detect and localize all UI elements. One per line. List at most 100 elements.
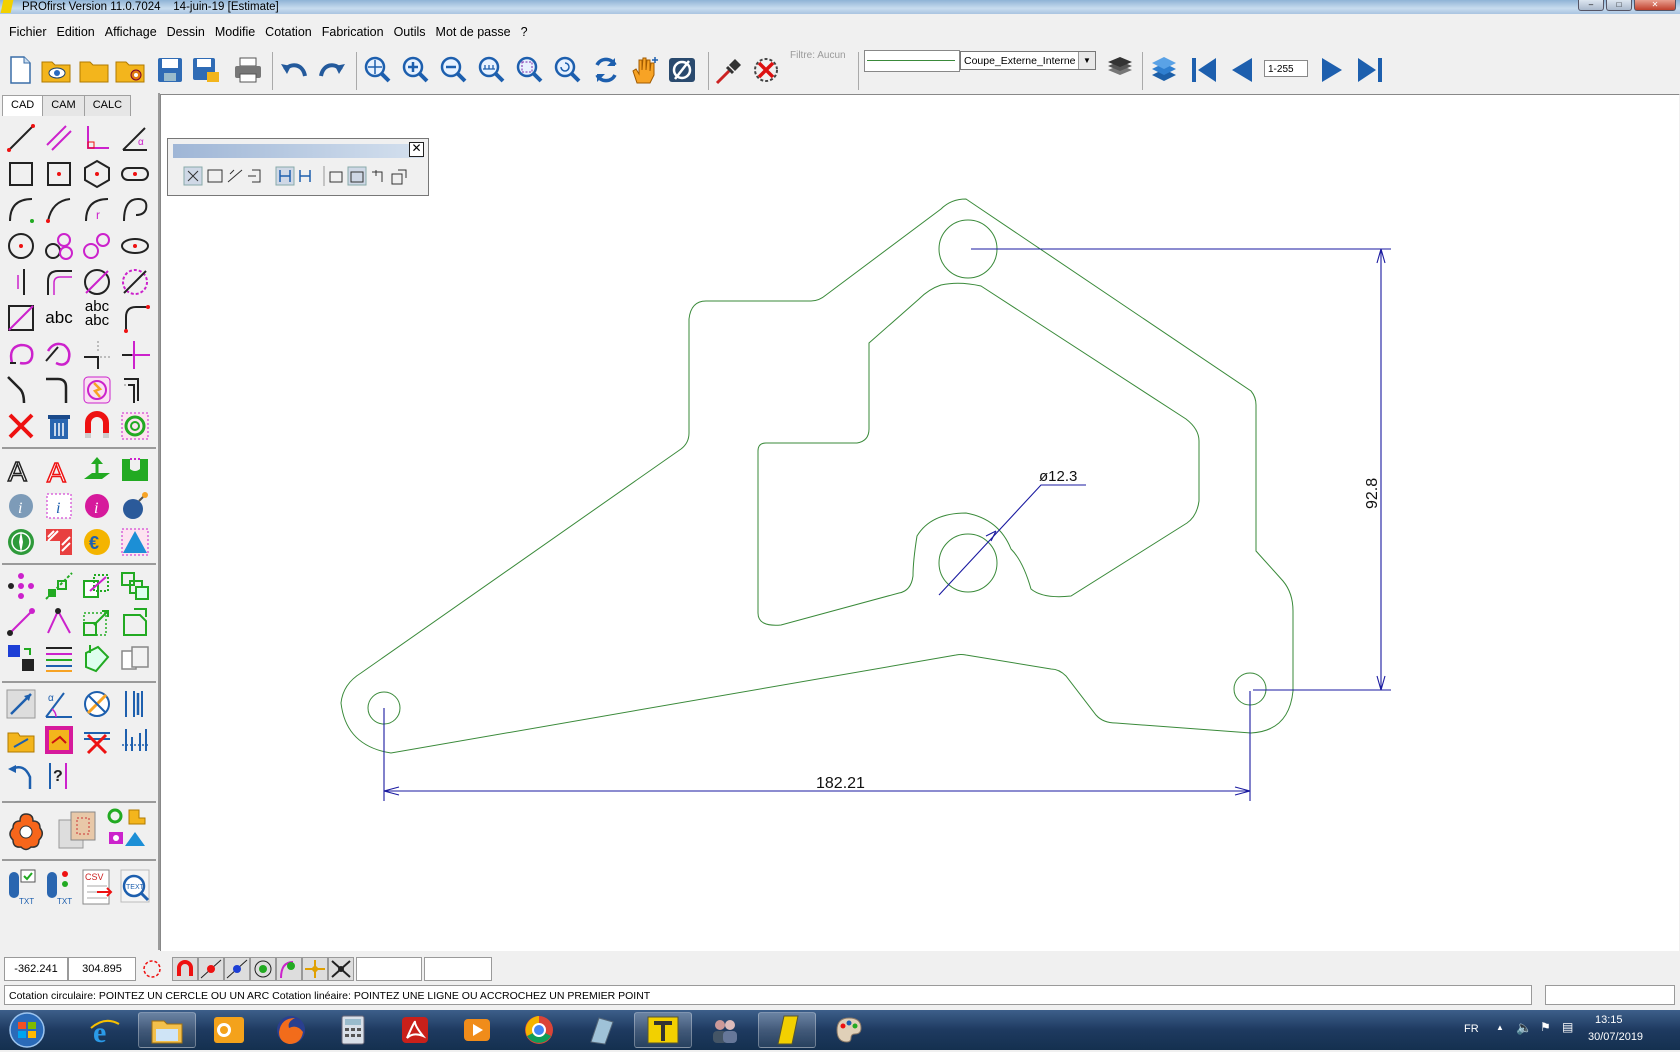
vertical-line-icon[interactable] xyxy=(4,265,38,299)
menu-fichier[interactable]: Fichier xyxy=(4,22,52,42)
array-copy-icon[interactable] xyxy=(118,569,152,603)
dimension-toolbar-window[interactable]: ✕ xyxy=(167,138,429,196)
dimension-angle-icon[interactable]: α xyxy=(42,687,76,721)
menu-cotation[interactable]: Cotation xyxy=(260,22,317,42)
text-tool[interactable]: abc xyxy=(42,301,76,335)
line-tool-icon[interactable] xyxy=(4,121,38,155)
profile-shape-icon[interactable] xyxy=(118,453,152,487)
parallel-line-icon[interactable] xyxy=(42,121,76,155)
text-multiline-tool[interactable]: abc abc xyxy=(80,297,114,331)
undo-icon[interactable] xyxy=(278,54,310,86)
triangle-shape-icon[interactable] xyxy=(118,525,152,559)
clock-date[interactable]: 30/07/2019 xyxy=(1588,1031,1643,1043)
menu-fabrication[interactable]: Fabrication xyxy=(317,22,389,42)
taskbar-firefox-icon[interactable] xyxy=(262,1012,320,1048)
menu-modifie[interactable]: Modifie xyxy=(210,22,260,42)
text-search-icon[interactable]: TEXT xyxy=(118,867,152,907)
drawing-canvas[interactable]: ø12.3 92.8 182.21 xyxy=(160,94,1679,951)
filter-cancel-icon[interactable] xyxy=(750,54,782,86)
taskbar-ie-icon[interactable]: e xyxy=(76,1012,134,1048)
close-button[interactable]: ✕ xyxy=(1634,0,1676,11)
hatch-corner-icon[interactable] xyxy=(42,525,76,559)
block-icon[interactable] xyxy=(118,641,152,675)
folder-settings-icon[interactable] xyxy=(114,54,146,86)
previous-page-icon[interactable] xyxy=(1226,54,1258,86)
tangent-circles-icon[interactable] xyxy=(42,229,76,263)
nesting-flower-icon[interactable] xyxy=(4,809,48,853)
arc-radius-icon[interactable]: r xyxy=(80,193,114,227)
taskbar-acrobat-icon[interactable] xyxy=(386,1012,444,1048)
info-box-icon[interactable]: i xyxy=(42,489,76,523)
angle-line-icon[interactable]: α xyxy=(118,121,152,155)
taskbar-profirst-alt-icon[interactable] xyxy=(634,1012,692,1048)
dropdown-arrow-icon[interactable]: ▼ xyxy=(1078,52,1095,69)
dim-horizontal-label[interactable]: 182.21 xyxy=(816,775,865,792)
stretch-icon[interactable] xyxy=(80,641,114,675)
taskbar-explorer-icon[interactable] xyxy=(138,1012,196,1048)
export-csv-icon[interactable]: CSV xyxy=(80,867,114,907)
circle-two-tangent-icon[interactable] xyxy=(80,229,114,263)
dimension-chain-icon[interactable] xyxy=(118,723,152,757)
menu-dessin[interactable]: Dessin xyxy=(162,22,210,42)
loop-arc-reverse-icon[interactable] xyxy=(42,337,76,371)
info-grey-icon[interactable]: i xyxy=(4,489,38,523)
taskbar-media-player-icon[interactable] xyxy=(448,1012,506,1048)
zoom-all-icon[interactable] xyxy=(362,54,394,86)
loop-arc-icon[interactable] xyxy=(4,337,38,371)
last-page-icon[interactable] xyxy=(1354,54,1386,86)
zoom-scale-icon[interactable] xyxy=(476,54,508,86)
tray-expand-icon[interactable]: ▲ xyxy=(1496,1023,1504,1032)
delete-dimension-icon[interactable] xyxy=(80,723,114,757)
dimension-lines[interactable] xyxy=(383,248,1391,801)
circle-diameter-dashed-icon[interactable] xyxy=(118,265,152,299)
bomb-icon[interactable] xyxy=(118,489,152,523)
start-button[interactable] xyxy=(4,1011,50,1049)
text-outline-icon[interactable]: A xyxy=(4,453,38,487)
corner-fillet-icon[interactable] xyxy=(118,301,152,335)
fillet-tool-icon[interactable] xyxy=(42,265,76,299)
rectangle-tool-icon[interactable] xyxy=(4,157,38,191)
menu-edition[interactable]: Edition xyxy=(52,22,100,42)
zoom-out-icon[interactable] xyxy=(438,54,470,86)
taskbar-profirst-icon[interactable] xyxy=(758,1012,816,1048)
tangent-arc-icon[interactable] xyxy=(118,193,152,227)
redo-icon[interactable] xyxy=(316,54,348,86)
move-point-icon[interactable] xyxy=(4,605,38,639)
shapes-library-icon[interactable] xyxy=(104,805,148,853)
dimension-frame-icon[interactable] xyxy=(42,723,76,757)
layer-select[interactable]: Coupe_Externe_Interne ▼ xyxy=(960,51,1096,70)
drawing-svg[interactable]: ø12.3 92.8 182.21 xyxy=(161,95,1679,951)
refresh-icon[interactable] xyxy=(590,54,622,86)
open-view-icon[interactable] xyxy=(40,54,72,86)
zoom-previous-icon[interactable] xyxy=(552,54,584,86)
tab-calc[interactable]: CALC xyxy=(83,95,132,116)
import-txt-icon[interactable]: TXT xyxy=(42,867,76,907)
snap-center-icon[interactable] xyxy=(250,957,276,981)
chamfer-tool-icon[interactable] xyxy=(4,301,38,335)
tab-cad[interactable]: CAD xyxy=(2,95,44,116)
circle-tool-icon[interactable] xyxy=(4,229,38,263)
scale-icon[interactable] xyxy=(80,605,114,639)
trim-corner-icon[interactable] xyxy=(80,337,114,371)
taskbar-calculator-icon[interactable] xyxy=(324,1012,382,1048)
line-types-icon[interactable] xyxy=(42,641,76,675)
perpendicular-line-icon[interactable] xyxy=(80,121,114,155)
taskbar-users-icon[interactable] xyxy=(696,1012,754,1048)
snap-circle-icon[interactable] xyxy=(142,959,162,979)
rotate-dimension-icon[interactable] xyxy=(4,759,38,793)
pan-hand-icon[interactable] xyxy=(628,54,660,86)
print-icon[interactable] xyxy=(232,54,264,86)
info-pink-icon[interactable]: i xyxy=(80,489,114,523)
slot-tool-icon[interactable] xyxy=(118,157,152,191)
extrude-icon[interactable] xyxy=(80,453,114,487)
points-pattern-icon[interactable] xyxy=(4,569,38,603)
diagonal-pattern-icon[interactable] xyxy=(42,569,76,603)
taskbar-chrome-icon[interactable] xyxy=(510,1012,568,1048)
open-folder-icon[interactable] xyxy=(78,54,110,86)
dim-vertical-label[interactable]: 92.8 xyxy=(1364,478,1381,509)
taskbar-outlook-icon[interactable] xyxy=(200,1012,258,1048)
polygon-tool-icon[interactable] xyxy=(80,157,114,191)
arc-three-point-icon[interactable] xyxy=(42,193,76,227)
toggle-display-icon[interactable] xyxy=(666,54,698,86)
magnet-snap-icon[interactable] xyxy=(80,409,114,443)
